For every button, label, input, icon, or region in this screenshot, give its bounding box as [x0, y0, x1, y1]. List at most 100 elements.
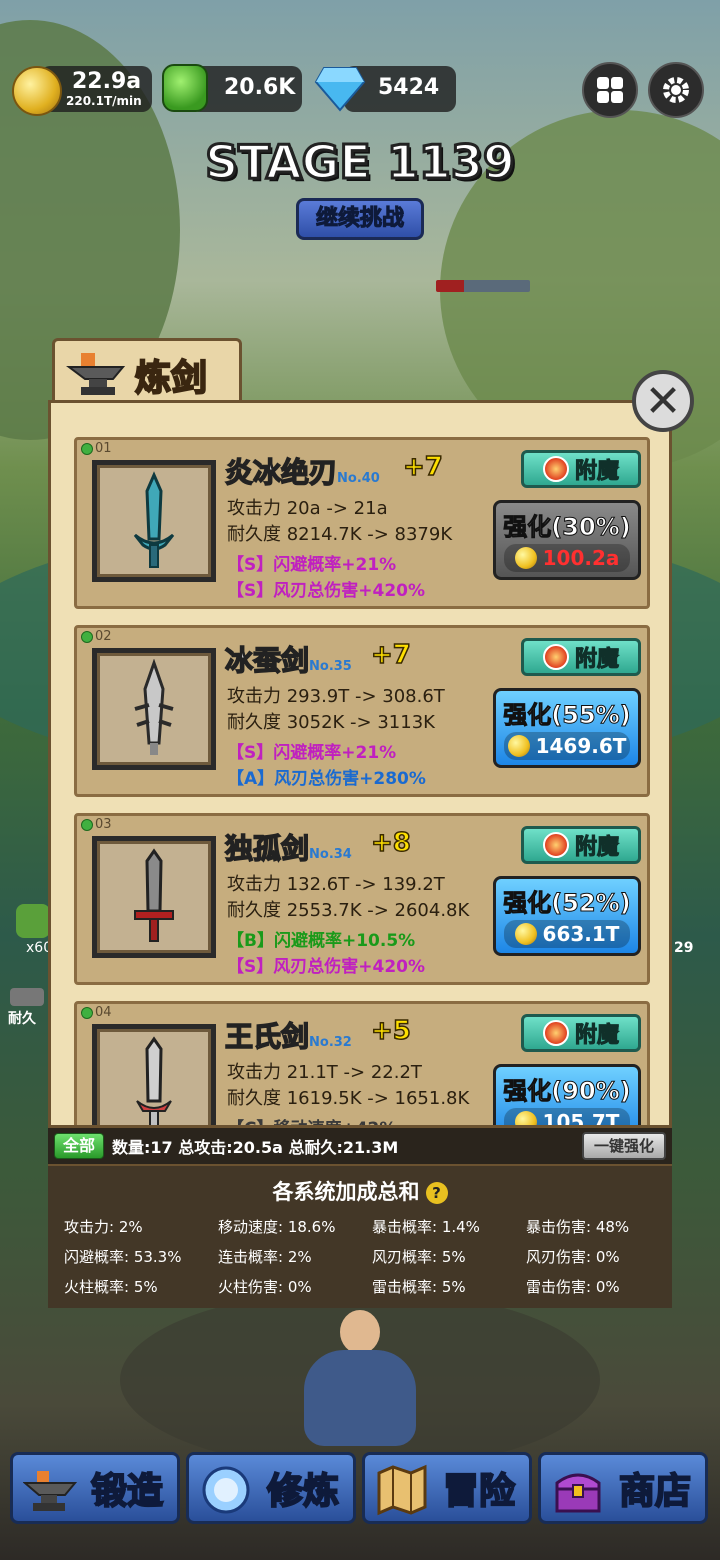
meditating-hero	[290, 1310, 430, 1450]
bonus-summary: 各系统加成总和? 攻击力: 2% 移动速度: 18.6% 暴击概率: 1.4% …	[48, 1164, 672, 1308]
ice-sword-icon	[133, 471, 175, 568]
card-index: 01	[81, 441, 112, 456]
settings-button[interactable]	[648, 62, 704, 118]
upgrade-cost: 1469.6T	[504, 732, 630, 760]
sword-name: 冰蚕剑No.35	[224, 639, 352, 679]
durability-stat: 耐久度 8214.7K -> 8379K	[227, 524, 453, 545]
sword-name-text: 冰蚕剑	[224, 643, 310, 678]
one-click-upgrade-button[interactable]: 一键强化	[582, 1132, 666, 1160]
card-index: 02	[81, 629, 112, 644]
left-green-item-icon	[16, 904, 50, 938]
grade-dot-icon	[81, 442, 93, 455]
sword-number: No.34	[309, 847, 352, 862]
nav-adventure-label: 冒险	[442, 1470, 516, 1513]
sword-image[interactable]	[92, 1024, 216, 1125]
sword-name: 王氏剑No.32	[224, 1015, 352, 1055]
coin-icon	[514, 547, 537, 569]
sword-level: +7	[402, 451, 443, 483]
attribute-1: 【C】移动速度+42%	[227, 1114, 396, 1125]
enchant-label: 附魔	[574, 459, 619, 485]
upgrade-label: 强化(90%)	[503, 1077, 631, 1106]
enchant-button[interactable]: 附魔	[521, 450, 641, 488]
enchant-button[interactable]: 附魔	[521, 1014, 641, 1052]
sword-name-text: 炎冰绝刃	[224, 455, 338, 490]
continue-challenge-button[interactable]: 继续挑战	[296, 198, 424, 240]
coin-icon	[507, 735, 530, 757]
bonus-cell: 风刃伤害: 0%	[526, 1248, 620, 1266]
sword-level: +5	[370, 1015, 411, 1047]
nav-forge-button[interactable]: 锻造	[10, 1452, 180, 1524]
index-number: 02	[95, 629, 112, 644]
nav-cultivate-button[interactable]: 修炼	[186, 1452, 356, 1524]
upgrade-button[interactable]: 强化(30%) 100.2a	[493, 500, 641, 580]
durability-stat: 耐久度 3052K -> 3113K	[227, 712, 435, 733]
bonus-cell: 火柱概率: 5%	[64, 1278, 158, 1296]
sword-card: 04 王氏剑No.32 +5 攻击力 21.1T -> 22.2T 耐久度 16…	[74, 1001, 650, 1128]
index-number: 04	[95, 1005, 112, 1020]
grid-icon	[597, 77, 623, 103]
enchant-button[interactable]: 附魔	[521, 826, 641, 864]
bonus-cell: 暴击伤害: 48%	[526, 1218, 630, 1236]
gold-rate: 220.1T/min	[66, 94, 142, 108]
enchant-orb-icon	[542, 456, 569, 482]
enchant-label: 附魔	[574, 835, 619, 861]
sword-number: No.40	[337, 471, 380, 486]
upgrade-cost-value: 105.7T	[542, 1110, 620, 1128]
grade-dot-icon	[81, 1006, 93, 1019]
dugu-sword-icon	[134, 848, 174, 942]
anvil-icon	[66, 353, 126, 395]
nav-adventure-button[interactable]: 冒险	[362, 1452, 532, 1524]
upgrade-cost: 105.7T	[504, 1108, 630, 1128]
gold-coin-icon	[12, 66, 62, 116]
help-icon[interactable]: ?	[425, 1182, 448, 1204]
sword-name-text: 王氏剑	[224, 1019, 310, 1054]
upgrade-cost-value: 663.1T	[542, 922, 620, 946]
enchant-orb-icon	[542, 644, 569, 670]
upgrade-label: 强化(55%)	[503, 701, 631, 730]
close-icon: ✕	[644, 375, 682, 427]
durability-icon	[10, 988, 44, 1006]
bonus-cell: 暴击概率: 1.4%	[372, 1218, 480, 1236]
upgrade-cost-value: 1469.6T	[535, 734, 627, 758]
gold-value: 22.9a	[72, 69, 142, 94]
sword-refine-panel: 01 炎冰绝刃No.40 +7 攻击力 20a -> 21a 耐久度 8214.…	[48, 400, 672, 1128]
bonus-cell: 连击概率: 2%	[218, 1248, 312, 1266]
grade-dot-icon	[81, 818, 93, 831]
nav-cultivate-label: 修炼	[266, 1470, 340, 1513]
sword-name: 独孤剑No.34	[224, 827, 352, 867]
bonus-title-text: 各系统加成总和	[272, 1180, 420, 1204]
attribute-1: 【S】闪避概率+21%	[227, 555, 397, 575]
durability-stat: 耐久度 2553.7K -> 2604.8K	[227, 900, 470, 921]
attribute-2: 【A】风刃总伤害+280%	[227, 769, 426, 789]
sword-card: 02 冰蚕剑No.35 +7 攻击力 293.9T -> 308.6T 耐久度 …	[74, 625, 650, 797]
filter-all-button[interactable]: 全部	[54, 1133, 104, 1159]
index-number: 01	[95, 441, 112, 456]
sword-image[interactable]	[92, 460, 216, 582]
sword-image[interactable]	[92, 836, 216, 958]
nav-shop-button[interactable]: 商店	[538, 1452, 708, 1524]
flying-sword	[436, 280, 530, 292]
enchant-label: 附魔	[574, 1023, 619, 1049]
upgrade-button[interactable]: 强化(52%) 663.1T	[493, 876, 641, 956]
anvil-icon	[23, 1471, 77, 1511]
nav-shop-label: 商店	[618, 1470, 692, 1513]
attribute-2: 【S】风刃总伤害+420%	[227, 957, 426, 977]
enchant-button[interactable]: 附魔	[521, 638, 641, 676]
panel-tab: 炼剑	[52, 338, 242, 404]
treasure-chest-icon	[555, 1473, 601, 1513]
durability-stat: 耐久度 1619.5K -> 1651.8K	[227, 1088, 470, 1109]
upgrade-label: 强化(30%)	[503, 513, 631, 542]
sword-image[interactable]	[92, 648, 216, 770]
bonus-cell: 火柱伤害: 0%	[218, 1278, 312, 1296]
bonus-cell: 雷击伤害: 0%	[526, 1278, 620, 1296]
card-index: 04	[81, 1005, 112, 1020]
diamond-value: 5424	[378, 75, 440, 100]
close-button[interactable]: ✕	[632, 370, 694, 432]
upgrade-button[interactable]: 强化(90%) 105.7T	[493, 1064, 641, 1128]
upgrade-button[interactable]: 强化(55%) 1469.6T	[493, 688, 641, 768]
index-number: 03	[95, 817, 112, 832]
attribute-1: 【B】闪避概率+10.5%	[227, 931, 416, 951]
menu-grid-button[interactable]	[582, 62, 638, 118]
diamond-icon	[314, 66, 366, 112]
sword-name-text: 独孤剑	[224, 831, 310, 866]
